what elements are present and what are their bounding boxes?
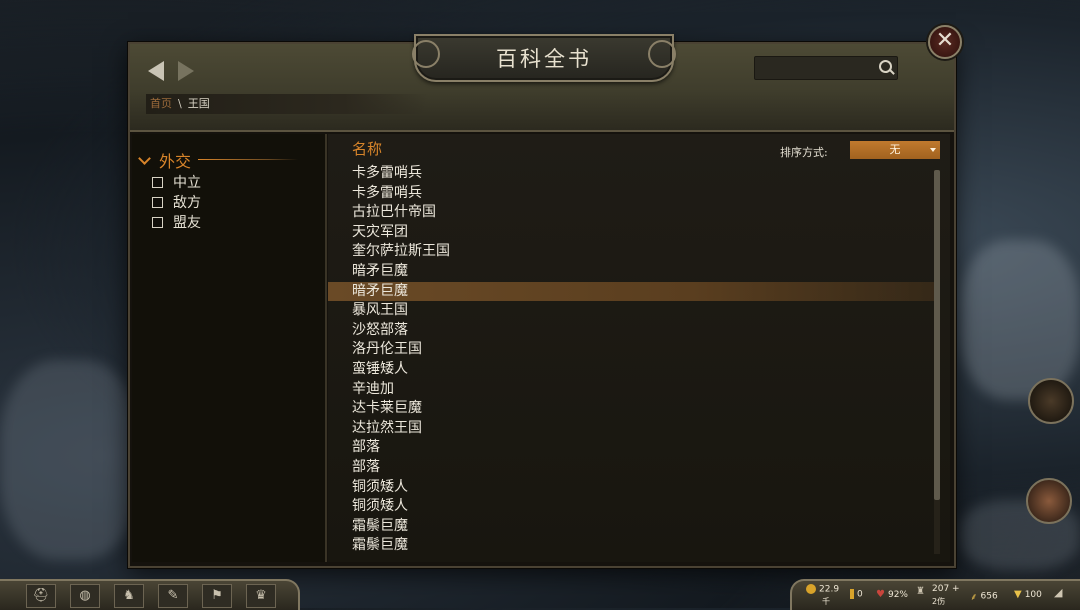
category-diplomacy[interactable]: 外交 — [138, 148, 191, 172]
influence-stat: 0 — [850, 589, 863, 600]
entry-list-panel: 名称 排序方式: 无 卡多雷哨兵 卡多雷哨兵 古拉巴什帝国 天灾军团 奎尔萨拉斯王国 暗矛… — [328, 134, 950, 562]
filter-sidebar: 外交 中立 敌方 盟友 — [132, 134, 327, 562]
health-stat: ♥ 92% — [876, 589, 908, 600]
close-button[interactable]: ✕ — [928, 25, 962, 59]
filter-neutral[interactable]: 中立 — [152, 172, 201, 192]
search-input[interactable] — [754, 56, 898, 80]
checkbox-icon[interactable] — [152, 216, 163, 228]
filter-label: 中立 — [173, 175, 201, 191]
party-toolbar: ⛑ ◍ ♞ ✎ ⚑ ♛ — [0, 579, 300, 610]
list-item[interactable]: 霜鬃巨魔 — [328, 536, 934, 556]
caret-down-icon — [930, 148, 936, 152]
quest-button[interactable] — [1028, 378, 1074, 424]
checkbox-icon[interactable] — [152, 196, 163, 208]
checkbox-icon[interactable] — [152, 176, 163, 188]
list-item[interactable]: 沙怒部落 — [328, 321, 934, 341]
filter-label: 敌方 — [173, 195, 201, 211]
list-item[interactable]: 暴风王国 — [328, 301, 934, 321]
list-item[interactable]: 达卡莱巨魔 — [328, 399, 934, 419]
column-header-name[interactable]: 名称 — [352, 138, 382, 159]
troops-stat: ♜ — [916, 586, 928, 597]
background-scenery — [0, 360, 140, 560]
forward-arrow-icon[interactable] — [178, 61, 194, 81]
knot-ornament-icon — [412, 40, 440, 68]
morale-value: 100 — [1024, 590, 1042, 600]
food-value: 656 — [980, 591, 998, 602]
heart-icon: ♥ — [876, 589, 885, 600]
morale-stat: ▼ 100 — [1014, 589, 1042, 600]
window-title: 百科全书 — [496, 47, 592, 71]
list-item[interactable]: 暗矛巨魔 — [328, 281, 934, 302]
window-header: 百科全书 首页 \ 王国 — [130, 34, 954, 132]
breadcrumb-home-link[interactable]: 首页 — [150, 97, 172, 110]
category-label: 外交 — [159, 152, 192, 171]
list-item[interactable]: 铜须矮人 — [328, 478, 934, 498]
inventory-bag-icon[interactable]: ◍ — [70, 584, 100, 608]
list-item[interactable]: 达拉然王国 — [328, 419, 934, 439]
list-item[interactable]: 洛丹伦王国 — [328, 340, 934, 360]
resource-status-bar: 22.9 千 0 ♥ 92% ♜ 207 + 2伤 ⸙ 656 ▼ 100 ◢ — [790, 579, 1080, 610]
morale-icon: ▼ — [1014, 589, 1022, 600]
list-item[interactable]: 部落 — [328, 438, 934, 458]
list-item[interactable]: 辛迪加 — [328, 380, 934, 400]
clan-banner-icon[interactable]: ⚑ — [202, 584, 232, 608]
gold-stat: 22.9 — [806, 584, 839, 595]
knot-ornament-icon — [648, 40, 676, 68]
sort-value: 无 — [889, 143, 901, 156]
sort-dropdown[interactable]: 无 — [850, 141, 940, 159]
list-item[interactable]: 古拉巴什帝国 — [328, 203, 934, 223]
character-helmet-icon[interactable]: ⛑ — [26, 584, 56, 608]
wounded-value: 2伤 — [932, 597, 946, 606]
list-item[interactable]: 铜须矮人 — [328, 497, 934, 517]
troops-icon: ♜ — [916, 586, 925, 597]
list-item[interactable]: 卡多雷哨兵 — [328, 164, 934, 184]
food-grain-icon: ⸙ — [970, 592, 978, 603]
food-stat: ⸙ 656 — [970, 589, 998, 604]
gold-unit: 千 — [822, 597, 830, 606]
breadcrumb-separator: \ — [178, 97, 182, 110]
quest-scroll-icon[interactable]: ✎ — [158, 584, 188, 608]
breadcrumb-current: 王国 — [187, 97, 210, 110]
list-item[interactable]: 天灾军团 — [328, 223, 934, 243]
character-portrait-button[interactable] — [1026, 478, 1072, 524]
search-icon[interactable] — [879, 60, 892, 73]
filter-ally[interactable]: 盟友 — [152, 212, 201, 232]
troops-plus: + — [952, 584, 960, 594]
breadcrumb: 首页 \ 王国 — [146, 94, 428, 114]
list-item[interactable]: 蛮锤矮人 — [328, 360, 934, 380]
encyclopedia-window: 百科全书 首页 \ 王国 外交 中立 敌方 盟友 名称 排序方式: 无 卡多雷哨… — [128, 34, 956, 568]
kingdom-crown-icon[interactable]: ♛ — [246, 584, 276, 608]
list-item[interactable]: 暗矛巨魔 — [328, 262, 934, 282]
filter-label: 盟友 — [173, 215, 201, 231]
window-title-plate: 百科全书 — [412, 34, 676, 82]
influence-icon — [850, 589, 854, 599]
list-item[interactable]: 奎尔萨拉斯王国 — [328, 242, 934, 262]
back-arrow-icon[interactable] — [148, 61, 164, 81]
category-divider — [198, 159, 298, 160]
list-item[interactable]: 卡多雷哨兵 — [328, 184, 934, 204]
sort-label: 排序方式: — [780, 146, 828, 159]
scrollbar-thumb[interactable] — [934, 170, 940, 500]
background-scenery — [960, 240, 1080, 400]
expand-arrow-icon[interactable]: ◢ — [1054, 586, 1062, 599]
health-value: 92% — [887, 590, 908, 600]
gold-value: 22.9 — [819, 584, 840, 595]
scrollbar[interactable] — [934, 170, 940, 554]
filter-enemy[interactable]: 敌方 — [152, 192, 201, 212]
list-item[interactable]: 霜鬃巨魔 — [328, 517, 934, 537]
chevron-down-icon — [138, 151, 151, 165]
party-icon[interactable]: ♞ — [114, 584, 144, 608]
troops-value: 207 — [932, 584, 950, 594]
gold-coin-icon — [806, 584, 816, 594]
list-item[interactable]: 部落 — [328, 458, 934, 478]
entry-list: 卡多雷哨兵 卡多雷哨兵 古拉巴什帝国 天灾军团 奎尔萨拉斯王国 暗矛巨魔 暗矛巨魔 暴风王国沙… — [328, 164, 934, 562]
influence-value: 0 — [857, 589, 863, 600]
